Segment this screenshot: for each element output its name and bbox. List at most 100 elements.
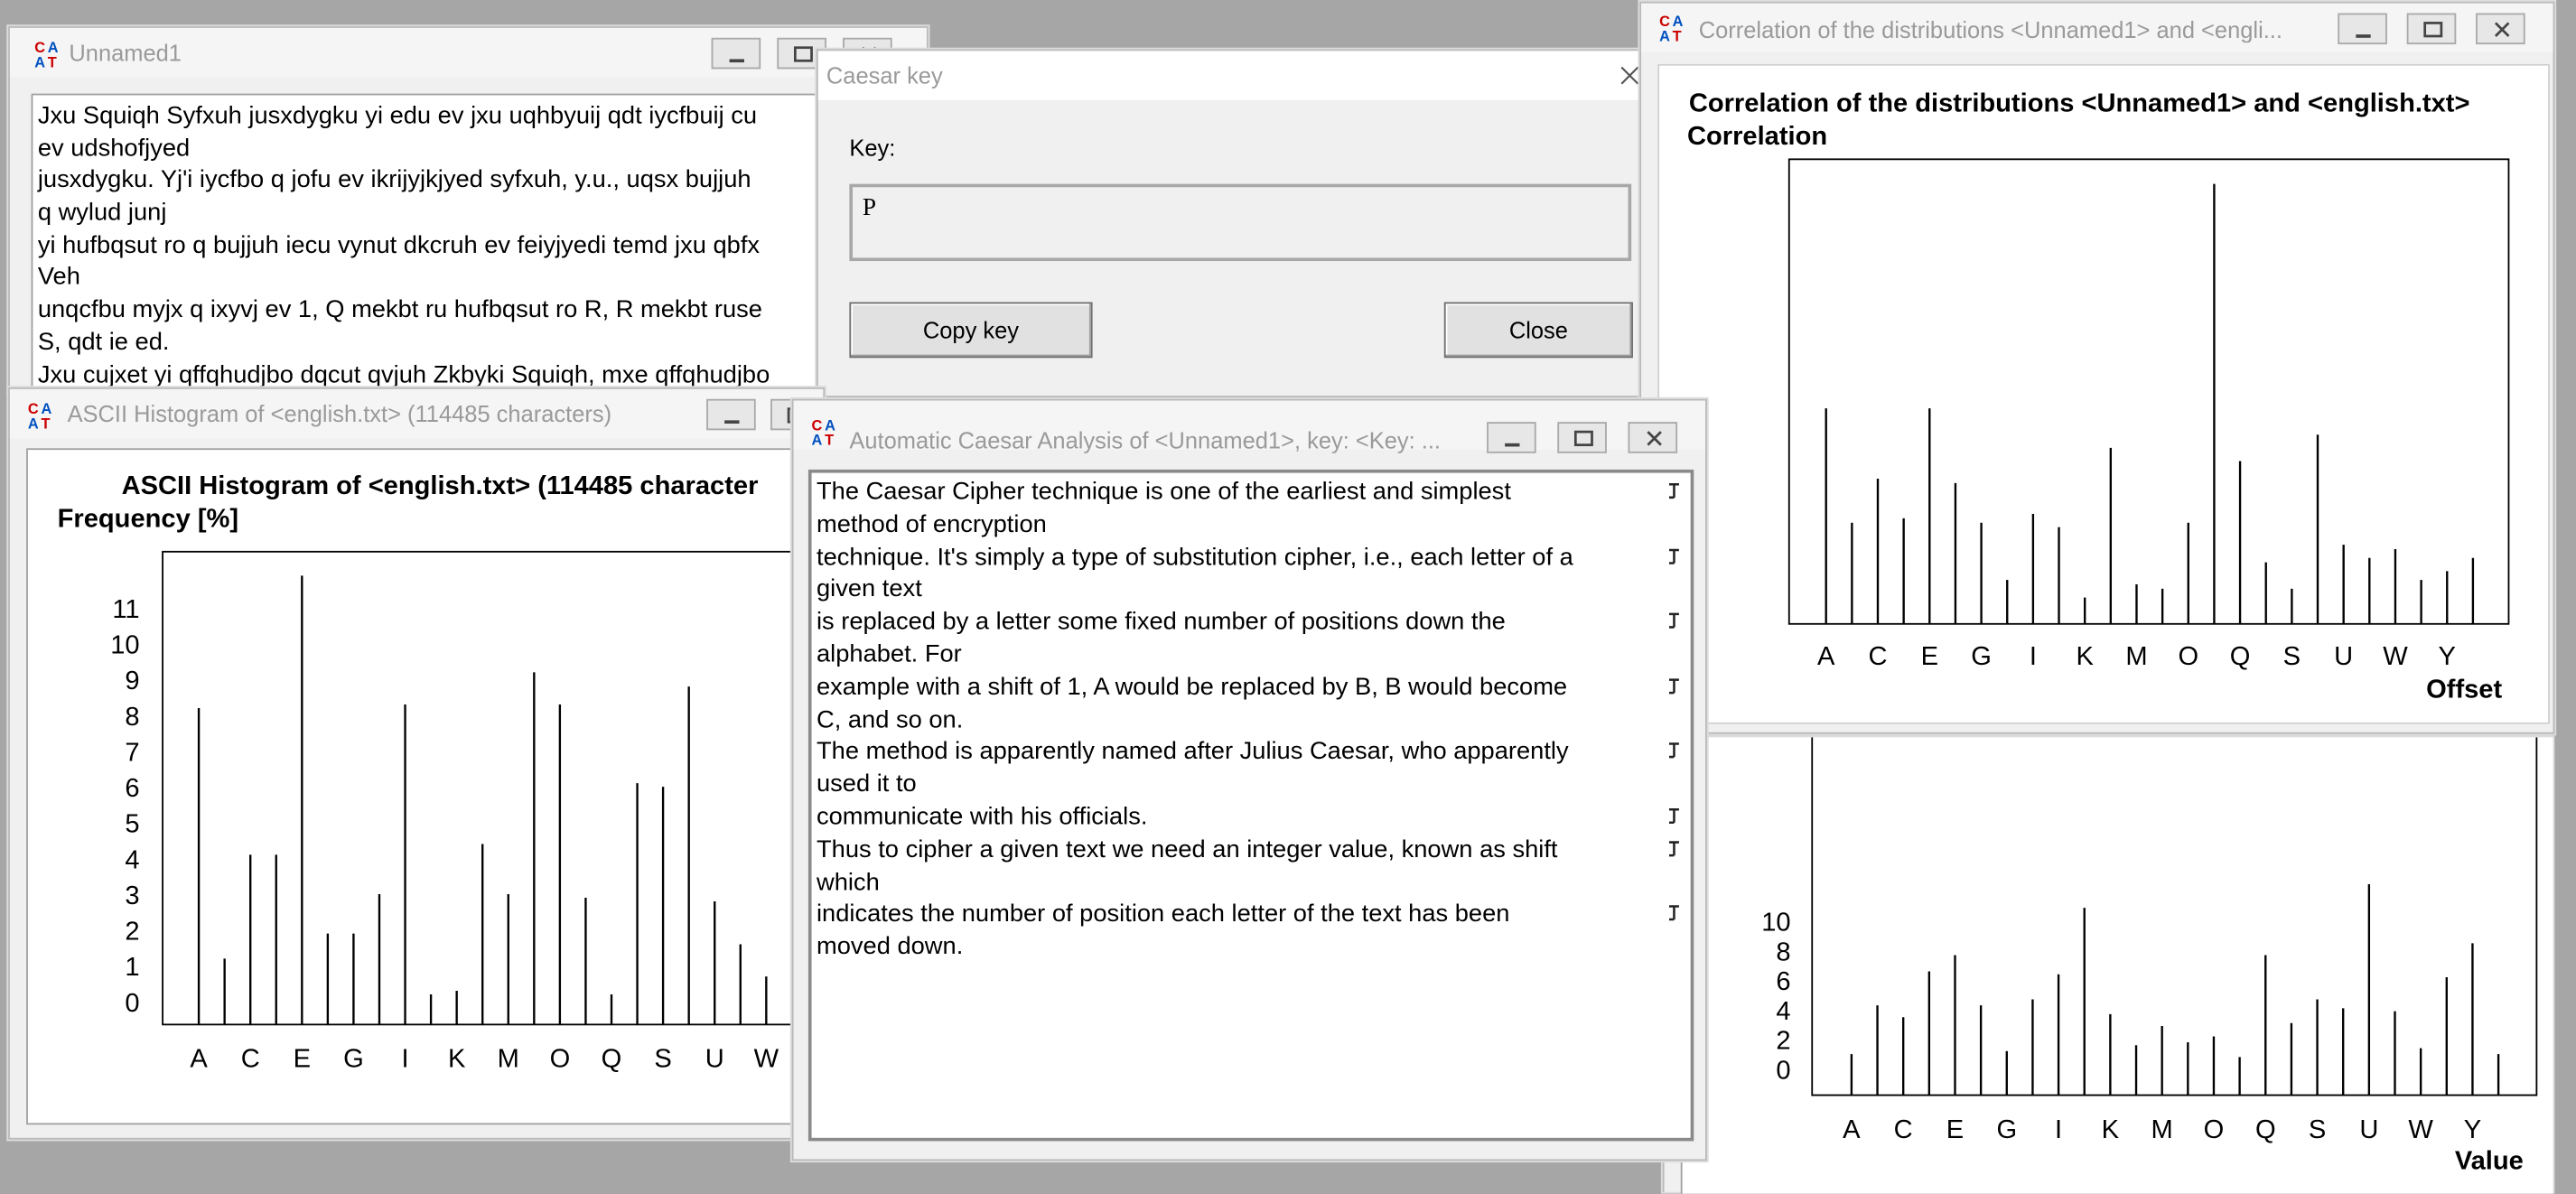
x-tick-label: W	[2383, 642, 2408, 671]
editor-line: Veh	[37, 263, 80, 292]
x-tick-label: U	[705, 1045, 724, 1074]
key-label: Key:	[849, 135, 896, 162]
analysis-line: communicate with his officials.	[816, 802, 1148, 831]
analysis-line: Thus to cipher a given text we need an i…	[816, 835, 1558, 863]
svg-text:A: A	[1673, 14, 1684, 30]
editor-text: Jxu Squiqh Syfxuh jusxdygku yi edu ev jx…	[37, 100, 770, 388]
bottom-histogram-client: 0 2 4 6 8 10 A C E G I K M O Q S U W Y Value	[1680, 737, 2553, 1194]
analysis-maximize-button[interactable]	[1557, 422, 1607, 453]
x-tick-label: O	[2178, 642, 2198, 671]
y-tick-label: 11	[112, 595, 139, 624]
correlation-titlebar[interactable]: CAAT Correlation of the distributions <U…	[1641, 3, 2553, 53]
x-tick-label: S	[654, 1045, 671, 1074]
x-tick-label: W	[2408, 1115, 2433, 1144]
analysis-paragraph: Thus to cipher a given text we need an i…	[817, 834, 1687, 899]
svg-text:A: A	[1659, 28, 1670, 42]
svg-text:C: C	[1659, 14, 1670, 30]
y-tick-label: 9	[125, 667, 139, 695]
y-tick-label: 6	[125, 774, 139, 803]
analysis-paragraph: indicates the number of position each le…	[817, 899, 1687, 964]
x-tick-label: I	[401, 1045, 408, 1074]
y-tick-label: 8	[1776, 937, 1790, 966]
x-axis-label: Value	[2455, 1146, 2524, 1175]
x-tick-label: A	[1817, 642, 1835, 671]
y-tick-label: 1	[125, 953, 139, 982]
correlation-chart: Correlation of the distributions <Unname…	[1687, 89, 2510, 704]
correlation-window[interactable]: CAAT Correlation of the distributions <U…	[1639, 1, 2555, 734]
histogram-window[interactable]: CAAT ASCII Histogram of <english.txt> (1…	[8, 387, 826, 1140]
close-icon	[1647, 431, 1662, 446]
svg-text:A: A	[41, 401, 51, 417]
x-tick-label: U	[2334, 642, 2353, 671]
x-tick-label: O	[550, 1045, 571, 1074]
caesar-key-dialog[interactable]: Caesar key Key: P Copy key Close	[816, 49, 1666, 397]
paragraph-mark-icon	[1666, 545, 1680, 564]
copy-key-button[interactable]: Copy key	[849, 302, 1093, 359]
svg-text:C: C	[34, 40, 45, 56]
y-tick-label: 0	[1776, 1056, 1790, 1085]
analysis-line: method of encryption	[816, 509, 1047, 538]
correlation-minimize-button[interactable]	[2338, 13, 2387, 45]
cryptool-icon: C AA T	[1659, 14, 1684, 42]
y-tick-label: 7	[125, 738, 139, 767]
analysis-titlebar[interactable]: CAAT Automatic Caesar Analysis of <Unnam…	[793, 400, 1706, 453]
analysis-line: is replaced by a letter some fixed numbe…	[816, 607, 1506, 636]
x-tick-label: M	[2151, 1115, 2173, 1144]
svg-text:C: C	[28, 401, 39, 417]
analysis-minimize-button[interactable]	[1487, 422, 1536, 453]
key-value: P	[862, 195, 877, 222]
caesar-key-titlebar[interactable]: Caesar key	[817, 51, 1665, 100]
histogram-minimize-button[interactable]	[706, 398, 756, 431]
x-tick-label: Y	[2464, 1115, 2481, 1144]
y-axis-label: Frequency [%]	[58, 505, 238, 534]
analysis-paragraph: example with a shift of 1, A would be re…	[817, 671, 1687, 736]
x-tick-label: E	[1946, 1115, 1964, 1144]
svg-text:T: T	[48, 55, 57, 70]
x-tick-label: E	[294, 1045, 311, 1074]
y-tick-label: 4	[125, 845, 139, 874]
plot-frame	[1787, 158, 2510, 625]
analysis-window[interactable]: CAAT Automatic Caesar Analysis of <Unnam…	[791, 398, 1707, 1161]
editor-line: Jxu cujxet yi qffqhudjbo dqcut qvjuh Zkb…	[37, 360, 770, 388]
analysis-line: example with a shift of 1, A would be re…	[816, 672, 1568, 701]
close-icon[interactable]	[1619, 64, 1641, 87]
plot-frame	[1811, 737, 2538, 1096]
x-tick-label: K	[2102, 1115, 2120, 1144]
analysis-paragraph: is replaced by a letter some fixed numbe…	[817, 606, 1687, 671]
x-tick-label: K	[2076, 642, 2094, 671]
analysis-text-area[interactable]: The Caesar Cipher technique is one of th…	[807, 469, 1694, 1142]
x-tick-label: Q	[2255, 1115, 2276, 1144]
analysis-line: alphabet. For	[816, 639, 962, 668]
y-tick-label: 5	[125, 810, 139, 839]
editor-text-area[interactable]: Jxu Squiqh Syfxuh jusxdygku yi edu ev jx…	[31, 93, 922, 389]
analysis-title: Automatic Caesar Analysis of <Unnamed1>,…	[849, 426, 1442, 453]
svg-text:A: A	[48, 40, 59, 56]
editor-window[interactable]: CAAT Unnamed1 Jxu Squiqh Syfxuh jusxdygk…	[8, 26, 929, 395]
minimize-icon	[724, 420, 740, 424]
paragraph-mark-icon	[1666, 902, 1680, 922]
svg-text:T: T	[825, 433, 834, 447]
y-tick-label: 10	[110, 631, 139, 660]
editor-titlebar[interactable]: CAAT Unnamed1	[9, 27, 927, 78]
x-tick-label: U	[2359, 1115, 2378, 1144]
y-tick-label: 2	[1776, 1027, 1790, 1056]
correlation-close-button[interactable]	[2476, 13, 2525, 45]
histogram-titlebar[interactable]: CAAT ASCII Histogram of <english.txt> (1…	[9, 388, 824, 439]
editor-minimize-button[interactable]	[711, 37, 761, 70]
analysis-line: technique. It's simply a type of substit…	[816, 542, 1573, 571]
key-field[interactable]: P	[849, 183, 1632, 262]
maximize-icon	[2423, 22, 2443, 38]
paragraph-mark-icon	[1666, 805, 1680, 825]
editor-title: Unnamed1	[69, 39, 182, 66]
analysis-paragraph: communicate with his officials.	[817, 801, 1687, 834]
bottom-histogram-window[interactable]: 0 2 4 6 8 10 A C E G I K M O Q S U W Y Value	[1662, 737, 2553, 1194]
svg-text:A: A	[34, 55, 45, 70]
correlation-maximize-button[interactable]	[2406, 13, 2457, 45]
close-button[interactable]: Close	[1443, 302, 1633, 359]
y-tick-label: 3	[125, 882, 139, 910]
analysis-line: used it to	[816, 770, 917, 798]
chart-title: Correlation of the distributions <Unname…	[1689, 89, 2470, 118]
analysis-close-button[interactable]	[1628, 422, 1678, 453]
paragraph-mark-icon	[1666, 837, 1680, 857]
cryptool-icon: C AA T	[28, 401, 52, 430]
